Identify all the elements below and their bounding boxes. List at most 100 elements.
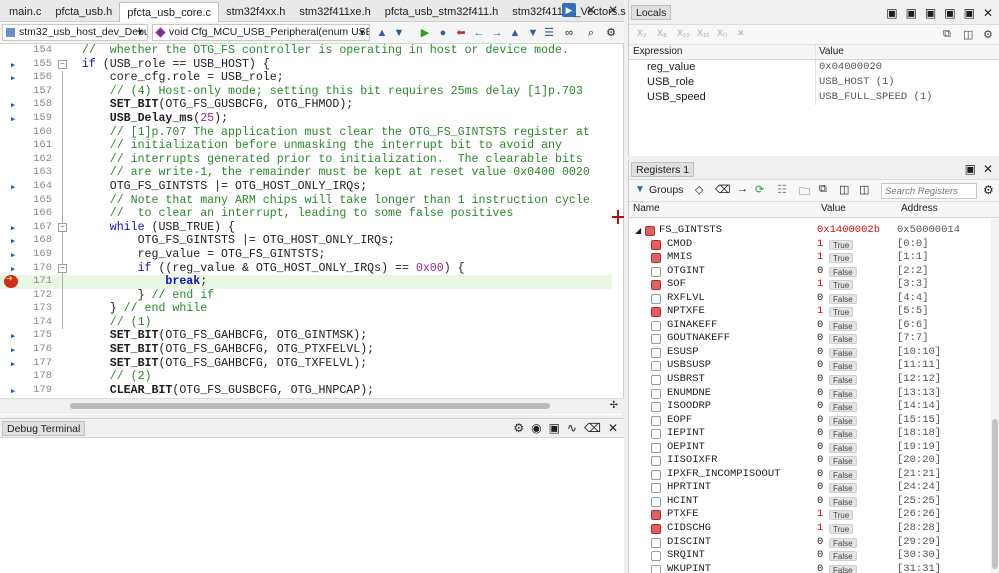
bitfield-value[interactable]: 0 (817, 332, 823, 346)
groups-dropdown-icon[interactable]: ▼ (635, 184, 645, 195)
bitfield-value[interactable]: 0 (817, 292, 823, 306)
gutter[interactable] (0, 207, 22, 221)
scroll-thumb[interactable] (70, 403, 550, 409)
file-tab[interactable]: pfcta_usb_stm32f411.h (378, 2, 506, 22)
bitfield-value[interactable]: 0 (817, 265, 823, 279)
register-group-row[interactable]: ◢ FS_GINTSTS 0x1400002b 0x50000014 (629, 224, 991, 238)
pin-icon[interactable]: ▣ (965, 162, 976, 176)
debug-terminal-pane[interactable]: Debug Terminal ⚙ ◉ ▣ ∿ ⌫ ✕ (0, 418, 624, 573)
bitfield-value[interactable]: 0 (817, 373, 823, 387)
move-icon[interactable]: ✢ (610, 400, 618, 411)
step-into-icon[interactable]: ● (436, 26, 450, 40)
gutter[interactable]: ▶ (0, 112, 22, 126)
register-bit-row[interactable]: OEPINT 0 False [19:19] (629, 441, 991, 455)
variable-value[interactable]: USB_HOST (1) (819, 75, 895, 90)
format-x2-icon[interactable]: X₂ (637, 28, 647, 38)
close-icon[interactable]: ✕ (983, 6, 993, 20)
fold-icon[interactable]: − (58, 59, 67, 69)
register-bit-row[interactable]: IISOIXFR 0 False [20:20] (629, 454, 991, 468)
columns-icon[interactable]: ☷ (777, 183, 787, 196)
bitfield-value[interactable]: 0 (817, 400, 823, 414)
register-bit-row[interactable]: CIDSCHG 1 True [28:28] (629, 522, 991, 536)
vertical-scrollbar[interactable] (991, 219, 999, 573)
gutter[interactable] (0, 153, 22, 167)
compare-icon[interactable]: ◫ (859, 183, 869, 196)
register-bit-row[interactable]: EOPF 0 False [15:15] (629, 414, 991, 428)
file-tab[interactable]: pfcta_usb.h (48, 2, 119, 22)
register-bit-row[interactable]: ENUMDNE 0 False [13:13] (629, 387, 991, 401)
gutter[interactable] (0, 166, 22, 180)
register-bit-row[interactable]: USBRST 0 False [12:12] (629, 373, 991, 387)
split-marker[interactable] (612, 210, 624, 224)
code-line[interactable]: ▶ 169 reg_value = OTG_FS_GINTSTS; (0, 247, 612, 262)
bitfield-value[interactable]: 0 (817, 563, 823, 573)
register-bit-row[interactable]: RXFLVL 0 False [4:4] (629, 292, 991, 306)
code-line[interactable]: 157 // (4) Host-only mode; setting this … (0, 84, 612, 99)
tab-list-icon[interactable]: ▶ (562, 3, 576, 17)
next-icon[interactable]: ▼ (392, 26, 406, 40)
bitfield-value[interactable]: 0 (817, 468, 823, 482)
export-icon[interactable]: ◫ (839, 183, 849, 196)
format-x16-icon[interactable]: X₁₆ (697, 28, 710, 38)
gutter[interactable] (0, 44, 22, 58)
file-tab[interactable]: main.c (2, 2, 48, 22)
bitfield-value[interactable]: 0 (817, 319, 823, 333)
register-bit-row[interactable]: GOUTNAKEFF 0 False [7:7] (629, 332, 991, 346)
code-line[interactable]: ▶ 155− if (USB_role == USB_HOST) { (0, 58, 612, 72)
monitor-icon[interactable]: ▣ (925, 6, 936, 20)
code-line[interactable]: 161 // initialization before unmasking t… (0, 139, 612, 153)
gutter[interactable]: ▶ (0, 58, 22, 72)
settings-icon[interactable]: ⚙ (983, 28, 993, 41)
format-x8-icon[interactable]: X₈ (657, 28, 667, 38)
horizontal-scrollbar[interactable]: ✢ (0, 398, 624, 414)
gutter[interactable] (0, 194, 22, 208)
gutter[interactable]: ▶ (0, 329, 22, 343)
bitfield-value[interactable]: 1 (817, 278, 823, 292)
gutter[interactable] (0, 274, 22, 289)
register-bit-row[interactable]: USBSUSP 0 False [11:11] (629, 359, 991, 373)
export-icon[interactable]: ◫ (963, 28, 973, 41)
bitfield-value[interactable]: 0 (817, 414, 823, 428)
bitfield-value[interactable]: 0 (817, 427, 823, 441)
gutter[interactable]: ▶ (0, 262, 22, 276)
gutter[interactable]: ▶ (0, 180, 22, 194)
register-bit-row[interactable]: IPXFR_INCOMPISOOUT 0 False [21:21] (629, 468, 991, 482)
goto-icon[interactable]: → (737, 183, 748, 195)
code-line[interactable]: ▶ 176 SET_BIT(OTG_FS_GAHBCFG, OTG_PTXFELV… (0, 343, 612, 357)
bitfield-value[interactable]: 0 (817, 387, 823, 401)
code-line[interactable]: 160 // [1]p.707 The application must cle… (0, 125, 612, 140)
close-icon[interactable]: ✕ (608, 421, 618, 435)
register-bit-row[interactable]: ESUSP 0 False [10:10] (629, 346, 991, 360)
settings-icon[interactable]: ⚙ (513, 421, 524, 435)
tag-icon[interactable]: ◇ (695, 183, 703, 196)
col-value[interactable]: Value (821, 203, 846, 214)
bookmark-next-icon[interactable]: ▼ (526, 26, 540, 40)
function-combo[interactable]: void Cfg_MCU_USB_Peripheral(enum USB_spe… (152, 24, 370, 41)
bitfield-value[interactable]: 0 (817, 481, 823, 495)
bitfield-value[interactable]: 0 (817, 441, 823, 455)
code-line[interactable]: 174 // (1) (0, 315, 612, 330)
register-bit-row[interactable]: SRQINT 0 False [30:30] (629, 549, 991, 563)
code-line[interactable]: 166 // to clear an interrupt, leading to… (0, 207, 612, 221)
gutter[interactable]: ▶ (0, 248, 22, 262)
register-bit-row[interactable]: HPRTINT 0 False [24:24] (629, 481, 991, 495)
code-line[interactable]: ▶ 175 SET_BIT(OTG_FS_GAHBCFG, OTG_GINTMSK… (0, 329, 612, 343)
clear-icon[interactable]: ✕ (737, 28, 745, 39)
col-value[interactable]: Value (819, 46, 844, 57)
search-registers-input[interactable] (881, 183, 977, 199)
code-area[interactable]: 154 // whether the OTG_FS controller is … (0, 44, 612, 398)
local-variable-row[interactable]: USB_role USB_HOST (1) (629, 75, 999, 90)
locals-title[interactable]: Locals (631, 5, 672, 20)
code-line[interactable]: ▶ 168 OTG_FS_GINTSTS |= OTG_HOST_ONLY_IRQ… (0, 234, 612, 248)
bookmark-list-icon[interactable]: ☰ (542, 26, 556, 40)
file-tab[interactable]: pfcta_usb_core.c (119, 1, 220, 22)
close-icon[interactable]: ✕ (584, 3, 598, 17)
gutter[interactable]: ▶ (0, 98, 22, 112)
register-bit-row[interactable]: HCINT 0 False [25:25] (629, 495, 991, 509)
bitfield-value[interactable]: 0 (817, 346, 823, 360)
register-bit-row[interactable]: SOF 1 True [3:3] (629, 278, 991, 292)
register-bit-row[interactable]: WKUPINT 0 False [31:31] (629, 563, 991, 573)
register-bit-row[interactable]: NPTXFE 1 True [5:5] (629, 305, 991, 319)
format-x-icon[interactable]: X₍₎ (717, 28, 727, 39)
code-line[interactable]: ▶ 158 SET_BIT(OTG_FS_GUSBCFG, OTG_FHMOD); (0, 98, 612, 112)
